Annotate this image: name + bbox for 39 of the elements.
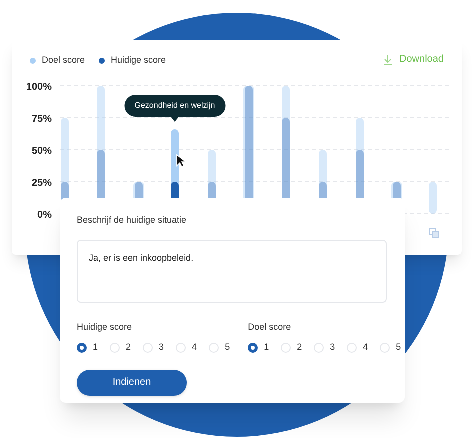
axis-label: 100% — [26, 82, 52, 93]
radio-option[interactable]: 1 — [248, 341, 270, 354]
radio-option[interactable]: 3 — [143, 341, 164, 354]
submit-button[interactable]: Indienen — [77, 370, 187, 396]
score-label: Huidige score — [77, 320, 134, 334]
radio-label: 4 — [363, 341, 368, 354]
radio-button[interactable] — [77, 342, 87, 353]
radio-label: 2 — [297, 341, 302, 354]
radio-label: 4 — [192, 341, 198, 354]
radio-label: 1 — [93, 341, 98, 354]
answer-box[interactable]: Ja, er is een inkoopbeleid. — [77, 240, 387, 302]
radio-option[interactable]: 3 — [314, 341, 336, 354]
field-label: Beschrijf de huidige situatie — [77, 214, 188, 227]
download-icon — [384, 54, 392, 64]
cursor-icon — [176, 154, 186, 168]
legend-label: Doel score — [42, 54, 86, 67]
radio-label: 5 — [225, 341, 230, 354]
radio-option[interactable]: 2 — [110, 341, 132, 354]
radio-option[interactable]: 1 — [77, 341, 98, 354]
radio-label: 3 — [159, 341, 164, 354]
tooltip-pointer-icon — [171, 117, 179, 122]
radio-option[interactable]: 5 — [380, 341, 402, 354]
radio-option[interactable]: 5 — [209, 341, 230, 354]
score-label: Doel score — [248, 320, 292, 334]
expand-icon[interactable] — [429, 228, 439, 238]
radio-option[interactable]: 4 — [347, 341, 368, 354]
radio-button[interactable] — [248, 342, 258, 353]
axis-label: 75% — [32, 114, 52, 125]
radio-option[interactable]: 2 — [281, 341, 302, 354]
legend-label: Huidige score — [111, 54, 166, 67]
radio-label: 5 — [396, 341, 402, 354]
axis-label: 0% — [38, 210, 52, 221]
radio-label: 2 — [126, 341, 132, 354]
radio-label: 3 — [330, 341, 336, 354]
axis-label: 25% — [32, 178, 52, 189]
radio-option[interactable]: 4 — [176, 341, 198, 354]
axis-label: 50% — [32, 146, 52, 157]
tooltip: Gezondheid en welzijn — [124, 95, 226, 117]
radio-label: 1 — [264, 341, 270, 354]
